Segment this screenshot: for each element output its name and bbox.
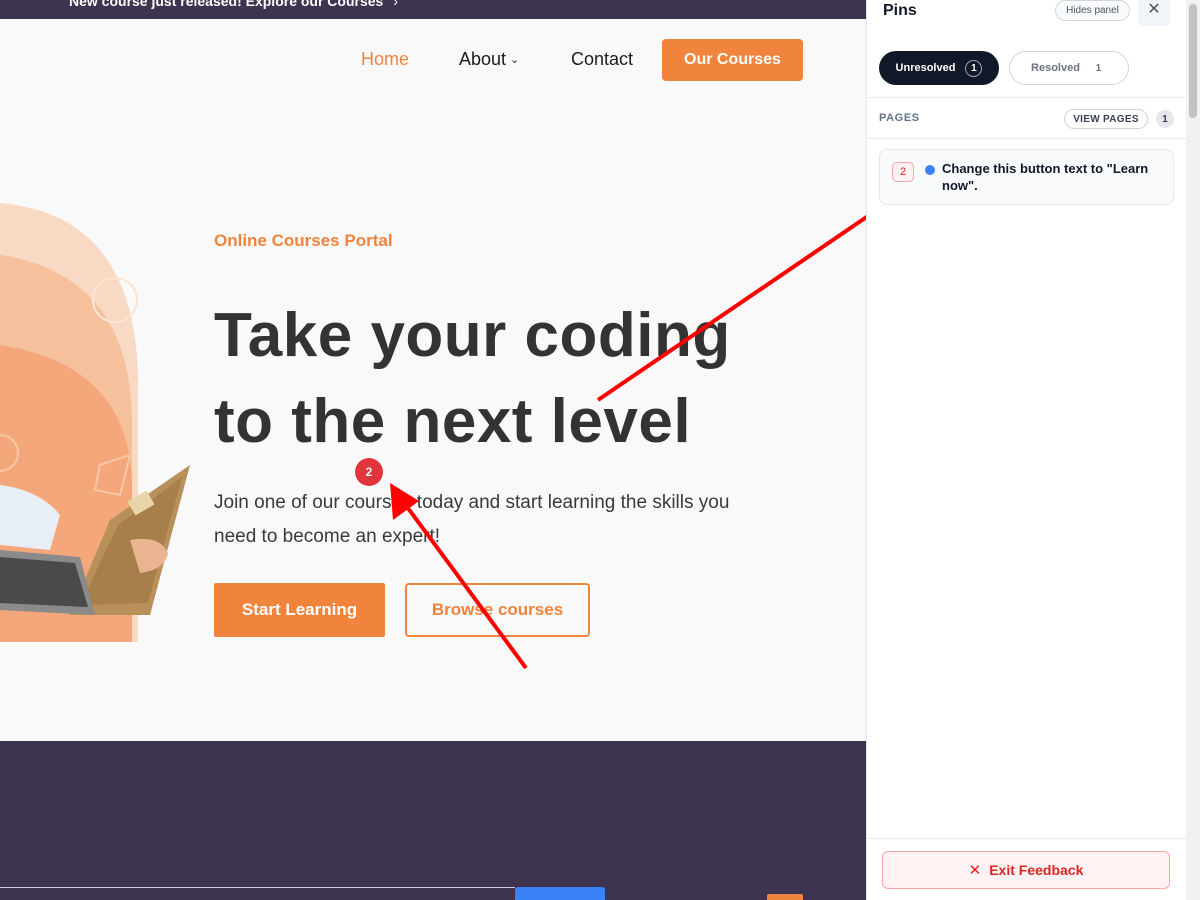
- chevron-right-icon: ›: [393, 0, 399, 9]
- start-learning-button[interactable]: Start Learning: [214, 583, 385, 637]
- tab-unresolved[interactable]: Unresolved 1: [879, 51, 999, 85]
- main-nav: Home About ⌄ Contact Our Courses: [0, 39, 866, 81]
- pins-panel: Pins Hides panel ✕ Unresolved 1 Resolved…: [866, 0, 1187, 900]
- panel-title: Pins: [883, 2, 917, 19]
- pin-comment-text: Change this button text to "Learn now".: [942, 161, 1149, 193]
- tab-unresolved-count: 1: [965, 59, 983, 77]
- scroll-top-button[interactable]: [767, 894, 803, 900]
- website-preview: New course just released! Explore our Co…: [0, 0, 866, 900]
- divider: [867, 138, 1187, 139]
- feedback-pin-marker[interactable]: 2: [355, 458, 383, 486]
- hero-headline: Take your coding to the next level: [214, 301, 731, 456]
- tab-resolved-count: 1: [1095, 62, 1102, 74]
- hero-eyebrow: Online Courses Portal: [214, 231, 393, 250]
- footer-band: [0, 741, 866, 900]
- pages-label: PAGES: [879, 112, 920, 124]
- panel-scrollbar[interactable]: [1186, 0, 1200, 900]
- scrollbar-thumb[interactable]: [1189, 4, 1197, 118]
- pages-count-badge: 1: [1156, 110, 1174, 128]
- hero-illustration: [0, 203, 190, 642]
- tab-resolved[interactable]: Resolved 1: [1009, 51, 1129, 85]
- chevron-down-icon: ⌄: [510, 54, 520, 66]
- pin-number-badge: 2: [892, 162, 914, 182]
- hero-lead: Join one of our courses today and start …: [214, 492, 730, 547]
- hide-panel-button[interactable]: Hides panel: [1055, 0, 1130, 21]
- newsletter-submit-button[interactable]: [515, 887, 605, 900]
- pin-card[interactable]: 2 Change this button text to "Learn now"…: [879, 149, 1174, 205]
- close-icon: ✕: [1147, 1, 1161, 18]
- status-dot-icon: [925, 165, 935, 175]
- tab-resolved-label: Resolved: [1031, 62, 1080, 74]
- browse-courses-button[interactable]: Browse courses: [405, 583, 590, 637]
- close-panel-button[interactable]: ✕: [1138, 0, 1170, 26]
- view-pages-button[interactable]: VIEW PAGES: [1064, 109, 1148, 129]
- exit-feedback-label: Exit Feedback: [989, 862, 1084, 878]
- nav-about-link[interactable]: About ⌄: [459, 49, 519, 70]
- nav-home-link[interactable]: Home: [361, 49, 409, 70]
- nav-about-label: About: [459, 49, 507, 69]
- tab-unresolved-label: Unresolved: [895, 62, 956, 74]
- divider: [867, 838, 1187, 839]
- our-courses-button[interactable]: Our Courses: [662, 39, 803, 81]
- newsletter-input[interactable]: [0, 887, 515, 900]
- divider: [867, 97, 1187, 98]
- announcement-text[interactable]: New course just released! Explore our Co…: [69, 0, 398, 9]
- nav-contact-link[interactable]: Contact: [571, 49, 633, 70]
- close-icon: ✕: [968, 862, 982, 879]
- announcement-bar[interactable]: New course just released! Explore our Co…: [0, 0, 866, 19]
- exit-feedback-button[interactable]: ✕ Exit Feedback: [882, 851, 1170, 889]
